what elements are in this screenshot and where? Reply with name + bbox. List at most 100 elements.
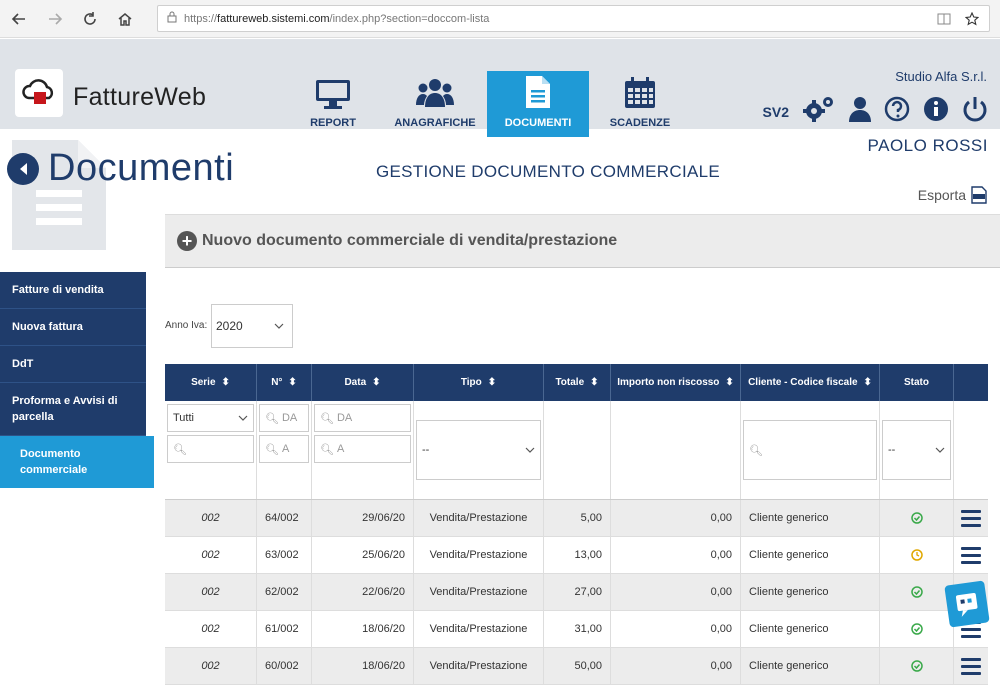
cell-serie: 002 — [165, 500, 257, 536]
info-icon[interactable] — [923, 96, 949, 127]
col-tipo[interactable]: Tipo ⬍ — [414, 364, 544, 401]
data-from-input[interactable]: 🔍︎ DA — [314, 404, 411, 432]
sidebar-item-proforma[interactable]: Proforma e Avvisi di parcella — [0, 383, 146, 436]
cell-data: 22/06/20 — [312, 574, 414, 610]
filter-serie: Tutti 🔍︎ — [165, 401, 257, 499]
col-stato-label: Stato — [904, 377, 929, 388]
stato-select[interactable]: -- — [882, 420, 951, 480]
serie-search-input[interactable]: 🔍︎ — [167, 435, 254, 463]
cell-tipo: Vendita/Prestazione — [414, 611, 544, 647]
col-num[interactable]: N° ⬍ — [257, 364, 312, 401]
serie-select[interactable]: Tutti — [167, 404, 254, 432]
table-row[interactable]: 002 63/002 25/06/20 Vendita/Prestazione 13,0… — [165, 537, 988, 574]
num-to-input[interactable]: 🔍︎ A — [259, 435, 309, 463]
cell-num: 63/002 — [257, 537, 312, 573]
data-to-input[interactable]: 🔍︎ A — [314, 435, 411, 463]
page-title: Documenti — [48, 147, 235, 189]
nav-report[interactable]: REPORT — [282, 71, 384, 137]
app-logo[interactable] — [15, 69, 63, 117]
table-row[interactable]: 002 64/002 29/06/20 Vendita/Prestazione 5,00… — [165, 500, 988, 537]
export-button[interactable]: Esporta — [918, 186, 987, 204]
back-arrow-icon[interactable] — [8, 8, 30, 30]
filter-num: 🔍︎ DA 🔍︎ A — [257, 401, 312, 499]
col-cliente[interactable]: Cliente - Codice fiscale ⬍ — [741, 364, 880, 401]
col-serie[interactable]: Serie ⬍ — [165, 364, 257, 401]
hamburger-menu-icon — [961, 546, 981, 564]
cell-num: 60/002 — [257, 648, 312, 684]
new-document-button[interactable]: + Nuovo documento commerciale di vendita… — [165, 214, 1000, 268]
table-row[interactable]: 002 61/002 18/06/20 Vendita/Prestazione 31,0… — [165, 611, 988, 648]
url-prefix: https:// — [184, 12, 218, 25]
chevron-left-icon — [20, 163, 27, 175]
address-bar[interactable]: https://fattureweb.sistemi.com/index.php… — [157, 5, 990, 32]
serie-select-value: Tutti — [173, 412, 194, 424]
row-menu-button[interactable] — [954, 648, 988, 684]
filter-actions — [954, 401, 988, 499]
cliente-search-input[interactable]: 🔍︎ — [743, 420, 877, 480]
cell-stato — [880, 574, 954, 610]
settings-gear-icon[interactable] — [802, 95, 836, 128]
cell-stato — [880, 537, 954, 573]
table-row[interactable]: 002 62/002 22/06/20 Vendita/Prestazione 27,0… — [165, 574, 988, 611]
cell-tipo: Vendita/Prestazione — [414, 537, 544, 573]
nav-documenti-label: DOCUMENTI — [504, 117, 572, 129]
cell-cliente: Cliente generico — [741, 500, 880, 536]
forward-arrow-icon[interactable] — [44, 8, 66, 30]
col-totale[interactable]: Totale ⬍ — [544, 364, 611, 401]
data-to-placeholder: A — [336, 443, 345, 455]
sort-icon: ⬍ — [487, 377, 497, 388]
help-icon[interactable] — [884, 96, 910, 127]
username: PAOLO ROSSI — [867, 136, 988, 155]
nav-scadenze[interactable]: SCADENZE — [589, 71, 691, 137]
num-from-input[interactable]: 🔍︎ DA — [259, 404, 309, 432]
cell-cliente: Cliente generico — [741, 537, 880, 573]
col-data[interactable]: Data ⬍ — [312, 364, 414, 401]
cell-cliente: Cliente generico — [741, 648, 880, 684]
col-actions — [954, 364, 988, 401]
check-circle-icon — [910, 623, 923, 635]
sidebar-item-fatture-vendita[interactable]: Fatture di vendita — [0, 272, 146, 309]
star-icon[interactable] — [964, 11, 980, 29]
export-label: Esporta — [917, 187, 966, 203]
nav-scadenze-label: SCADENZE — [609, 117, 671, 129]
support-chat-button[interactable] — [944, 580, 990, 628]
cell-cliente: Cliente generico — [741, 574, 880, 610]
search-icon: 🔍︎ — [173, 443, 187, 456]
power-icon[interactable] — [962, 96, 988, 127]
table-row[interactable]: 002 60/002 18/06/20 Vendita/Prestazione 50,0… — [165, 648, 988, 685]
tipo-select[interactable]: -- — [416, 420, 541, 480]
cell-totale: 31,00 — [544, 611, 611, 647]
cell-totale: 5,00 — [544, 500, 611, 536]
sidebar-item-nuova-fattura[interactable]: Nuova fattura — [0, 309, 146, 346]
chevron-down-icon — [525, 447, 535, 453]
refresh-icon[interactable] — [79, 8, 101, 30]
filter-tipo: -- — [414, 401, 544, 499]
documents-table: Serie ⬍ N° ⬍ Data ⬍ Tipo ⬍ Totale ⬍ Importo n… — [165, 364, 988, 685]
nav-documenti[interactable]: DOCUMENTI — [487, 71, 589, 137]
row-menu-button[interactable] — [954, 500, 988, 536]
cell-num: 64/002 — [257, 500, 312, 536]
browser-toolbar: https://fattureweb.sistemi.com/index.php… — [0, 0, 1000, 38]
cell-cliente: Cliente generico — [741, 611, 880, 647]
back-button[interactable] — [7, 153, 39, 185]
cell-data: 18/06/20 — [312, 648, 414, 684]
plus-circle-icon: + — [177, 231, 197, 251]
user-icon[interactable] — [849, 96, 871, 127]
col-importo[interactable]: Importo non riscosso ⬍ — [611, 364, 741, 401]
reader-view-icon[interactable] — [937, 12, 951, 29]
col-tipo-label: Tipo — [460, 377, 482, 388]
check-circle-icon — [910, 660, 923, 672]
nav-anagrafiche[interactable]: ANAGRAFICHE — [384, 71, 486, 137]
row-menu-button[interactable] — [954, 537, 988, 573]
tipo-select-value: -- — [422, 444, 430, 456]
sidebar-item-ddt[interactable]: DdT — [0, 346, 146, 383]
home-icon[interactable] — [114, 8, 136, 30]
filter-stato: -- — [880, 401, 954, 499]
cell-stato — [880, 500, 954, 536]
lock-icon — [167, 11, 177, 26]
anno-iva-select[interactable]: 2020 — [211, 304, 293, 348]
cell-stato — [880, 611, 954, 647]
search-icon: 🔍︎ — [320, 443, 334, 456]
url-path: /index.php?section=doccom-lista — [329, 12, 490, 25]
sidebar-item-documento-commerciale[interactable]: Documento commerciale — [0, 436, 154, 488]
